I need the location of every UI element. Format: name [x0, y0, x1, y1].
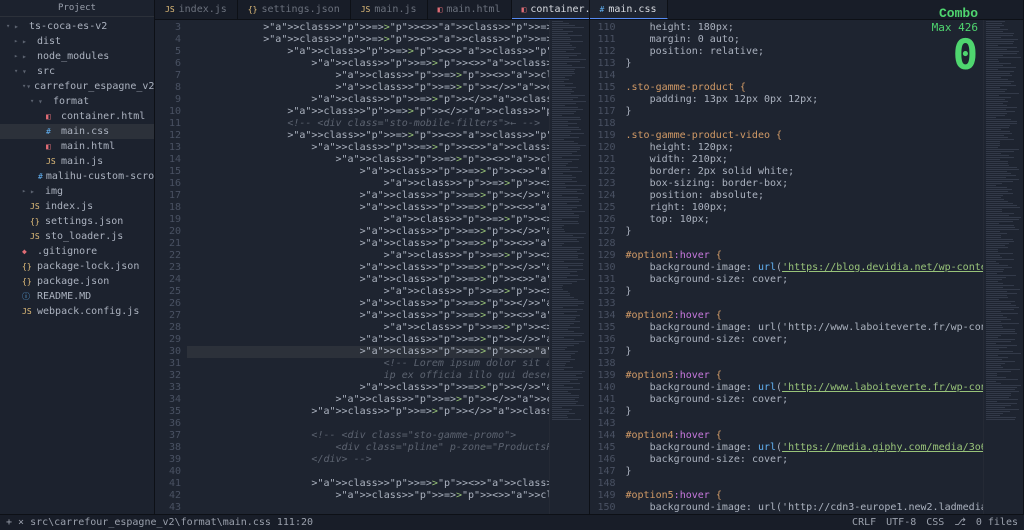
status-item[interactable]: 0 files	[976, 517, 1018, 528]
right-gutter: 1101111121131141151161171181191201211221…	[590, 20, 622, 514]
file-tree[interactable]: ▾▸ts-coca-es-v2▸▸dist▸▸node_modules▾▾src…	[0, 17, 154, 321]
combo-title: Combo	[932, 6, 978, 21]
left-gutter: 3456789101112131415161718192021222324252…	[155, 20, 187, 514]
tree-item[interactable]: ▾▾carrefour_espagne_v2	[0, 79, 154, 94]
tree-item[interactable]: ▸▸node_modules	[0, 49, 154, 64]
left-code[interactable]: >"a">>class>>"p">>=>>"p">><>>"a">>class>…	[187, 20, 549, 514]
tree-item[interactable]: ⓘREADME.MD	[0, 289, 154, 304]
tree-item[interactable]: ▸▸dist	[0, 34, 154, 49]
tab[interactable]: ◧main.html	[428, 0, 512, 19]
right-code[interactable]: height: 180px; margin: 0 auto; position:…	[622, 20, 984, 514]
tree-item[interactable]: ▾▸ts-coca-es-v2	[0, 19, 154, 34]
status-item[interactable]: ⎇	[954, 517, 966, 528]
tree-item[interactable]: {}package.json	[0, 274, 154, 289]
tree-item[interactable]: ◧container.html	[0, 109, 154, 124]
status-item[interactable]: CSS	[926, 517, 944, 528]
close-icon[interactable]: ×	[18, 517, 24, 528]
tree-item[interactable]: JSindex.js	[0, 199, 154, 214]
right-editor-pane: #main.css 110111112113114115116117118119…	[590, 0, 1024, 514]
left-editor-pane: JSindex.js{}settings.jsonJSmain.js◧main.…	[155, 0, 590, 514]
tree-item[interactable]: {}package-lock.json	[0, 259, 154, 274]
sidebar-title: Project	[0, 0, 154, 17]
status-item[interactable]: UTF-8	[886, 517, 916, 528]
combo-value: 0	[932, 34, 978, 76]
tree-item[interactable]: ▸▸img	[0, 184, 154, 199]
left-minimap[interactable]	[549, 20, 589, 514]
tree-item[interactable]: ◆.gitignore	[0, 244, 154, 259]
tree-item[interactable]: {}settings.json	[0, 214, 154, 229]
tree-item[interactable]: ▾▾src	[0, 64, 154, 79]
combo-meter: Combo Max 426 0	[932, 6, 978, 76]
tab[interactable]: JSmain.js	[351, 0, 428, 19]
cursor-position[interactable]: 111:20	[277, 517, 313, 528]
tab[interactable]: JSindex.js	[155, 0, 238, 19]
tab[interactable]: ◧container.html	[512, 0, 590, 19]
status-item[interactable]: CRLF	[852, 517, 876, 528]
tree-item[interactable]: JSsto_loader.js	[0, 229, 154, 244]
add-icon[interactable]: +	[6, 517, 12, 528]
tree-item[interactable]: JSmain.js	[0, 154, 154, 169]
tree-item[interactable]: ▾▾format	[0, 94, 154, 109]
tree-item[interactable]: #malihu-custom-scrollbar.css	[0, 169, 154, 184]
status-bar: + × src\carrefour_espagne_v2\format\main…	[0, 514, 1024, 530]
project-sidebar: Project ▾▸ts-coca-es-v2▸▸dist▸▸node_modu…	[0, 0, 155, 514]
left-tabs: JSindex.js{}settings.jsonJSmain.js◧main.…	[155, 0, 589, 20]
tree-item[interactable]: #main.css	[0, 124, 154, 139]
status-path[interactable]: src\carrefour_espagne_v2\format\main.css	[30, 517, 271, 528]
tree-item[interactable]: ◧main.html	[0, 139, 154, 154]
right-minimap[interactable]	[983, 20, 1023, 514]
tab[interactable]: {}settings.json	[238, 0, 351, 19]
tree-item[interactable]: JSwebpack.config.js	[0, 304, 154, 319]
tab[interactable]: #main.css	[590, 0, 668, 19]
